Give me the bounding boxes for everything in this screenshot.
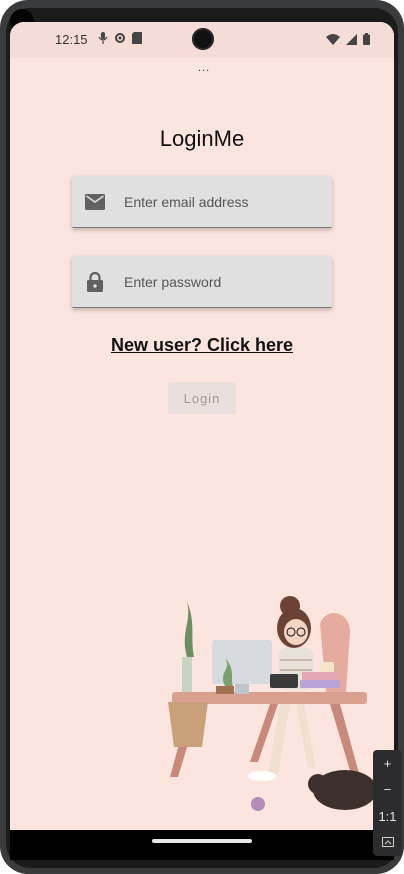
fit-screen-icon[interactable] [373,835,402,850]
camera-cutout [192,28,214,50]
home-indicator[interactable] [152,839,252,843]
zoom-in-button[interactable]: + [373,756,402,771]
app-screen: 12:15 ... LoginMe Enter email address Ne… [10,22,394,830]
status-bar: 12:15 [10,22,394,58]
signup-link[interactable]: New user? Click here [10,335,394,356]
app-title: LoginMe [159,126,245,151]
signal-icon [346,32,357,50]
emulator-zoom-panel: + − 1:1 [373,750,402,856]
login-button[interactable]: Login [168,382,236,414]
password-field[interactable] [72,255,332,308]
battery-icon [363,32,370,50]
mail-icon [84,191,106,213]
lock-icon [84,271,106,293]
navigation-bar [10,830,394,860]
status-time: 12:15 [55,32,88,47]
mic-icon [98,31,108,49]
password-input[interactable] [122,255,332,308]
email-field[interactable] [72,175,332,228]
overflow-dots: ... [198,62,211,74]
status-icons-left [98,31,142,49]
actual-size-button[interactable]: 1:1 [373,809,402,824]
status-icons-right [326,32,370,50]
zoom-out-button[interactable]: − [373,782,402,797]
wifi-icon [326,32,340,50]
settings-icon [114,31,126,49]
email-input[interactable] [122,175,332,228]
desk-illustration [168,596,377,811]
sd-card-icon [132,31,142,49]
